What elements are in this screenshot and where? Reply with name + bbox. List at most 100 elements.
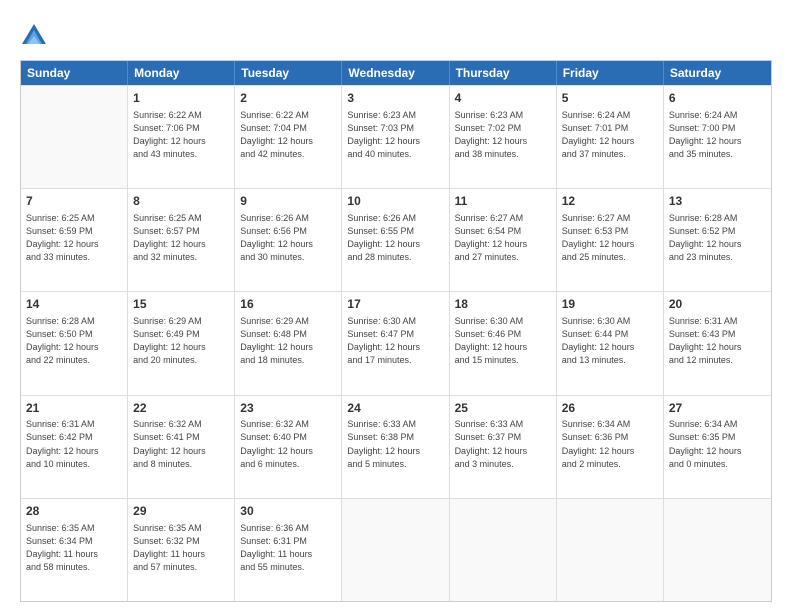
- calendar-header: SundayMondayTuesdayWednesdayThursdayFrid…: [21, 61, 771, 85]
- cell-text: Sunrise: 6:28 AMSunset: 6:52 PMDaylight:…: [669, 212, 766, 264]
- day-number: 20: [669, 296, 766, 313]
- calendar-cell: 7Sunrise: 6:25 AMSunset: 6:59 PMDaylight…: [21, 189, 128, 291]
- calendar-row-1: 7Sunrise: 6:25 AMSunset: 6:59 PMDaylight…: [21, 188, 771, 291]
- day-number: 13: [669, 193, 766, 210]
- cell-text: Sunrise: 6:29 AMSunset: 6:49 PMDaylight:…: [133, 315, 229, 367]
- logo-icon: [20, 22, 48, 50]
- day-number: 26: [562, 400, 658, 417]
- day-number: 2: [240, 90, 336, 107]
- day-number: 9: [240, 193, 336, 210]
- calendar-cell: 8 Sunrise: 6:25 AMSunset: 6:57 PMDaylight…: [128, 189, 235, 291]
- header-day-monday: Monday: [128, 61, 235, 85]
- day-number: 18: [455, 296, 551, 313]
- day-number: 16: [240, 296, 336, 313]
- cell-text: Sunrise: 6:36 AMSunset: 6:31 PMDaylight:…: [240, 522, 336, 574]
- day-number: 14: [26, 296, 122, 313]
- cell-text: Sunrise: 6:31 AMSunset: 6:42 PMDaylight:…: [26, 418, 122, 470]
- cell-text: Sunrise: 6:35 AMSunset: 6:34 PMDaylight:…: [26, 522, 122, 574]
- header-day-thursday: Thursday: [450, 61, 557, 85]
- cell-text: Sunrise: 6:35 AMSunset: 6:32 PMDaylight:…: [133, 522, 229, 574]
- cell-text: Sunrise: 6:32 AMSunset: 6:40 PMDaylight:…: [240, 418, 336, 470]
- calendar-cell: 5 Sunrise: 6:24 AMSunset: 7:01 PMDaylight…: [557, 86, 664, 188]
- cell-text: Sunrise: 6:24 AMSunset: 7:01 PMDaylight:…: [562, 109, 658, 161]
- header-day-tuesday: Tuesday: [235, 61, 342, 85]
- day-number: 4: [455, 90, 551, 107]
- cell-text: Sunrise: 6:30 AMSunset: 6:44 PMDaylight:…: [562, 315, 658, 367]
- calendar-body: 1Sunrise: 6:22 AMSunset: 7:06 PMDaylight…: [21, 85, 771, 601]
- cell-text: Sunrise: 6:23 AMSunset: 7:03 PMDaylight:…: [347, 109, 443, 161]
- cell-text: Sunrise: 6:33 AMSunset: 6:37 PMDaylight:…: [455, 418, 551, 470]
- calendar-cell: 27Sunrise: 6:34 AMSunset: 6:35 PMDayligh…: [664, 396, 771, 498]
- cell-text: Sunrise: 6:23 AMSunset: 7:02 PMDaylight:…: [455, 109, 551, 161]
- calendar-cell: 20Sunrise: 6:31 AMSunset: 6:43 PMDayligh…: [664, 292, 771, 394]
- calendar-row-2: 14 Sunrise: 6:28 AMSunset: 6:50 PMDayligh…: [21, 291, 771, 394]
- header-day-saturday: Saturday: [664, 61, 771, 85]
- cell-text: Sunrise: 6:34 AMSunset: 6:36 PMDaylight:…: [562, 418, 658, 470]
- calendar-cell: 24Sunrise: 6:33 AMSunset: 6:38 PMDayligh…: [342, 396, 449, 498]
- cell-text: Sunrise: 6:30 AMSunset: 6:46 PMDaylight:…: [455, 315, 551, 367]
- calendar-cell: 17 Sunrise: 6:30 AMSunset: 6:47 PMDayligh…: [342, 292, 449, 394]
- calendar-cell: 10 Sunrise: 6:26 AMSunset: 6:55 PMDayligh…: [342, 189, 449, 291]
- calendar-cell: [450, 499, 557, 601]
- calendar-cell: 15 Sunrise: 6:29 AMSunset: 6:49 PMDayligh…: [128, 292, 235, 394]
- header-day-sunday: Sunday: [21, 61, 128, 85]
- calendar-cell: 28Sunrise: 6:35 AMSunset: 6:34 PMDayligh…: [21, 499, 128, 601]
- calendar-cell: 18 Sunrise: 6:30 AMSunset: 6:46 PMDayligh…: [450, 292, 557, 394]
- calendar-cell: [21, 86, 128, 188]
- day-number: 10: [347, 193, 443, 210]
- cell-text: Sunrise: 6:28 AMSunset: 6:50 PMDaylight:…: [26, 315, 122, 367]
- page: SundayMondayTuesdayWednesdayThursdayFrid…: [0, 0, 792, 612]
- calendar-cell: [664, 499, 771, 601]
- calendar-cell: 23Sunrise: 6:32 AMSunset: 6:40 PMDayligh…: [235, 396, 342, 498]
- day-number: 25: [455, 400, 551, 417]
- cell-text: Sunrise: 6:22 AMSunset: 7:06 PMDaylight:…: [133, 109, 229, 161]
- calendar-cell: 11Sunrise: 6:27 AMSunset: 6:54 PMDayligh…: [450, 189, 557, 291]
- cell-text: Sunrise: 6:29 AMSunset: 6:48 PMDaylight:…: [240, 315, 336, 367]
- calendar-cell: 25Sunrise: 6:33 AMSunset: 6:37 PMDayligh…: [450, 396, 557, 498]
- calendar-row-3: 21Sunrise: 6:31 AMSunset: 6:42 PMDayligh…: [21, 395, 771, 498]
- cell-text: Sunrise: 6:25 AMSunset: 6:57 PMDaylight:…: [133, 212, 229, 264]
- day-number: 21: [26, 400, 122, 417]
- calendar-cell: 1Sunrise: 6:22 AMSunset: 7:06 PMDaylight…: [128, 86, 235, 188]
- calendar-cell: 21Sunrise: 6:31 AMSunset: 6:42 PMDayligh…: [21, 396, 128, 498]
- calendar-cell: 4 Sunrise: 6:23 AMSunset: 7:02 PMDaylight…: [450, 86, 557, 188]
- day-number: 8: [133, 193, 229, 210]
- day-number: 17: [347, 296, 443, 313]
- cell-text: Sunrise: 6:34 AMSunset: 6:35 PMDaylight:…: [669, 418, 766, 470]
- calendar: SundayMondayTuesdayWednesdayThursdayFrid…: [20, 60, 772, 602]
- calendar-cell: 22Sunrise: 6:32 AMSunset: 6:41 PMDayligh…: [128, 396, 235, 498]
- cell-text: Sunrise: 6:32 AMSunset: 6:41 PMDaylight:…: [133, 418, 229, 470]
- header: [20, 18, 772, 50]
- day-number: 3: [347, 90, 443, 107]
- day-number: 6: [669, 90, 766, 107]
- calendar-cell: [557, 499, 664, 601]
- calendar-cell: 3 Sunrise: 6:23 AMSunset: 7:03 PMDaylight…: [342, 86, 449, 188]
- cell-text: Sunrise: 6:30 AMSunset: 6:47 PMDaylight:…: [347, 315, 443, 367]
- day-number: 19: [562, 296, 658, 313]
- cell-text: Sunrise: 6:24 AMSunset: 7:00 PMDaylight:…: [669, 109, 766, 161]
- calendar-cell: 26Sunrise: 6:34 AMSunset: 6:36 PMDayligh…: [557, 396, 664, 498]
- day-number: 5: [562, 90, 658, 107]
- header-day-friday: Friday: [557, 61, 664, 85]
- calendar-row-0: 1Sunrise: 6:22 AMSunset: 7:06 PMDaylight…: [21, 85, 771, 188]
- cell-text: Sunrise: 6:26 AMSunset: 6:55 PMDaylight:…: [347, 212, 443, 264]
- day-number: 12: [562, 193, 658, 210]
- calendar-cell: [342, 499, 449, 601]
- day-number: 24: [347, 400, 443, 417]
- calendar-cell: 6 Sunrise: 6:24 AMSunset: 7:00 PMDaylight…: [664, 86, 771, 188]
- calendar-cell: 19 Sunrise: 6:30 AMSunset: 6:44 PMDayligh…: [557, 292, 664, 394]
- day-number: 23: [240, 400, 336, 417]
- header-day-wednesday: Wednesday: [342, 61, 449, 85]
- cell-text: Sunrise: 6:27 AMSunset: 6:54 PMDaylight:…: [455, 212, 551, 264]
- day-number: 27: [669, 400, 766, 417]
- calendar-cell: 30 Sunrise: 6:36 AMSunset: 6:31 PMDayligh…: [235, 499, 342, 601]
- cell-text: Sunrise: 6:27 AMSunset: 6:53 PMDaylight:…: [562, 212, 658, 264]
- calendar-row-4: 28Sunrise: 6:35 AMSunset: 6:34 PMDayligh…: [21, 498, 771, 601]
- cell-text: Sunrise: 6:33 AMSunset: 6:38 PMDaylight:…: [347, 418, 443, 470]
- calendar-cell: 16 Sunrise: 6:29 AMSunset: 6:48 PMDayligh…: [235, 292, 342, 394]
- day-number: 15: [133, 296, 229, 313]
- day-number: 29: [133, 503, 229, 520]
- calendar-cell: 12 Sunrise: 6:27 AMSunset: 6:53 PMDayligh…: [557, 189, 664, 291]
- day-number: 30: [240, 503, 336, 520]
- calendar-cell: 13 Sunrise: 6:28 AMSunset: 6:52 PMDayligh…: [664, 189, 771, 291]
